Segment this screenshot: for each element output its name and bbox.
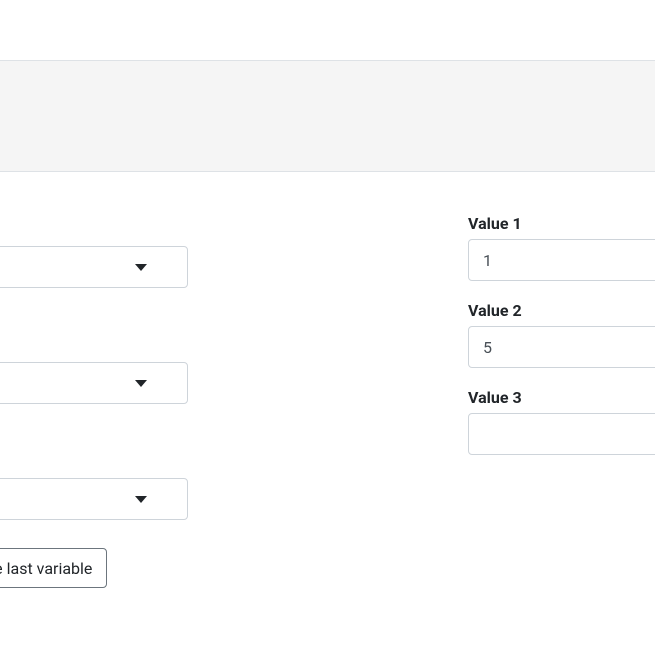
variable-select-1[interactable] (0, 246, 188, 288)
chevron-down-icon (135, 496, 147, 503)
button-row: emove last variable (0, 548, 188, 588)
variable-select-2[interactable] (0, 362, 188, 404)
header-bar (0, 60, 655, 172)
value-3-group: Value 3 (468, 388, 655, 455)
value-1-label: Value 1 (468, 214, 655, 233)
value-2-group: Value 2 (468, 301, 655, 368)
value-1-input[interactable] (468, 239, 655, 281)
value-2-input[interactable] (468, 326, 655, 368)
variable-select-group-2 (0, 362, 188, 404)
chevron-down-icon (135, 380, 147, 387)
right-column: Value 1 Value 2 Value 3 (468, 214, 655, 588)
value-3-label: Value 3 (468, 388, 655, 407)
value-1-group: Value 1 (468, 214, 655, 281)
value-3-input[interactable] (468, 413, 655, 455)
left-column: emove last variable (0, 214, 188, 588)
chevron-down-icon (135, 264, 147, 271)
value-2-label: Value 2 (468, 301, 655, 320)
variable-select-group-1 (0, 246, 188, 288)
form-area: emove last variable Value 1 Value 2 Valu… (0, 214, 655, 588)
remove-last-variable-button[interactable]: emove last variable (0, 548, 107, 588)
variable-select-group-3 (0, 478, 188, 520)
variable-select-3[interactable] (0, 478, 188, 520)
